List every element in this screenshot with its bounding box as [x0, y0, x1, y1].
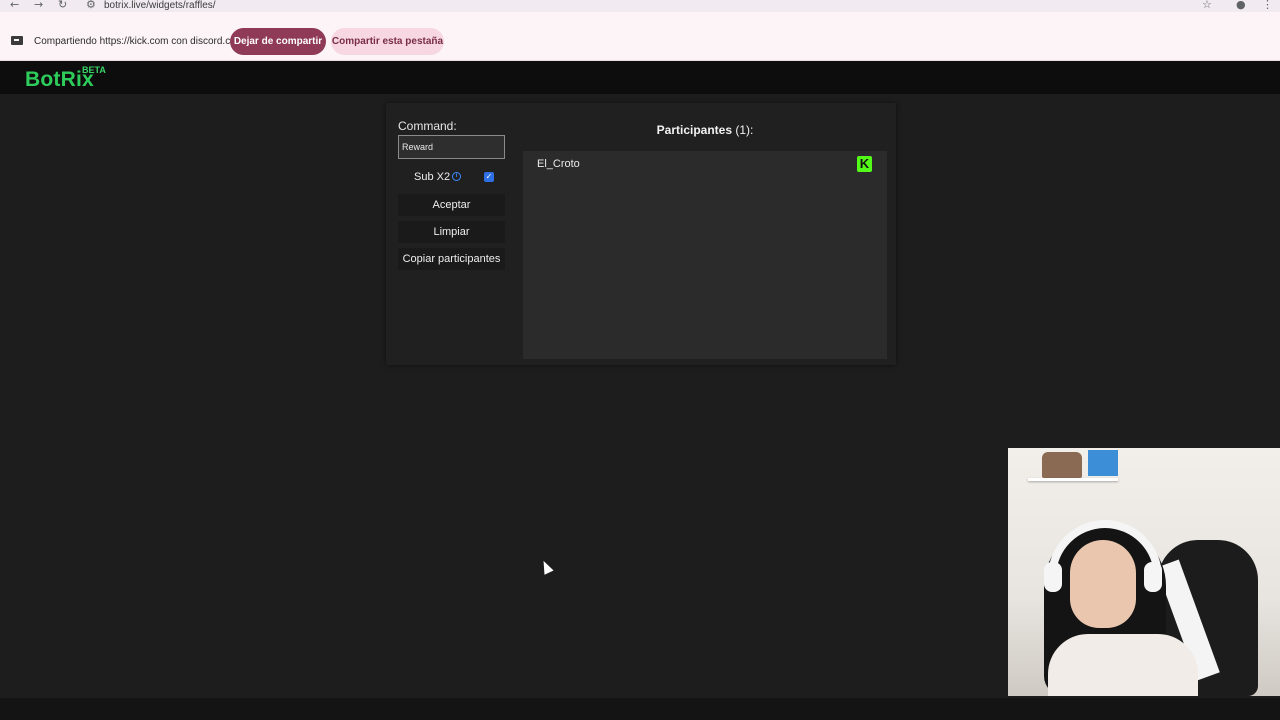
menu-icon[interactable]: ⋮: [1262, 0, 1273, 12]
kick-icon: K: [857, 156, 872, 172]
mouse-cursor-icon: [539, 558, 554, 575]
participants-title: Participantes: [656, 123, 733, 137]
sub-x2-label: Sub X2: [414, 171, 451, 183]
browser-toolbar: ← → ↻ ⚙ botrix.live/widgets/raffles/ ☆ ●…: [0, 0, 1280, 12]
share-status-text: Compartiendo https://kick.com con discor…: [34, 36, 245, 47]
command-label: Command:: [398, 119, 457, 133]
reload-icon[interactable]: ↻: [58, 0, 67, 12]
screen-share-bar: Compartiendo https://kick.com con discor…: [0, 12, 1280, 61]
stop-sharing-button[interactable]: Dejar de compartir: [230, 28, 326, 55]
participants-heading: Participantes (1):: [523, 123, 887, 137]
accept-button[interactable]: Aceptar: [398, 194, 505, 216]
address-bar[interactable]: botrix.live/widgets/raffles/: [104, 0, 216, 12]
back-icon[interactable]: ←: [10, 0, 19, 12]
participants-list: El_Croto K: [523, 151, 887, 359]
bookmark-star-icon[interactable]: ☆: [1202, 0, 1212, 12]
clear-button[interactable]: Limpiar: [398, 221, 505, 243]
site-settings-icon[interactable]: ⚙: [86, 0, 96, 12]
share-this-tab-button[interactable]: Compartir esta pestaña: [331, 28, 444, 55]
app-header: BotRix BETA: [0, 61, 1280, 94]
screen-share-icon: [11, 36, 23, 45]
forward-icon[interactable]: →: [34, 0, 43, 12]
command-input[interactable]: Reward: [398, 135, 505, 159]
webcam-overlay: [1008, 448, 1280, 696]
sub-x2-checkbox[interactable]: ✓: [484, 172, 494, 182]
participant-name: El_Croto: [537, 158, 580, 170]
raffle-panel: Command: Reward Sub X2 i ✓ Aceptar Limpi…: [386, 103, 896, 365]
beta-badge: BETA: [82, 65, 106, 75]
list-item[interactable]: El_Croto K: [523, 151, 887, 177]
participants-count: (1):: [735, 123, 754, 137]
info-icon[interactable]: i: [452, 172, 461, 181]
profile-icon[interactable]: ●: [1236, 0, 1246, 12]
bottom-bar: [0, 698, 1280, 720]
copy-participants-button[interactable]: Copiar participantes: [398, 248, 505, 270]
